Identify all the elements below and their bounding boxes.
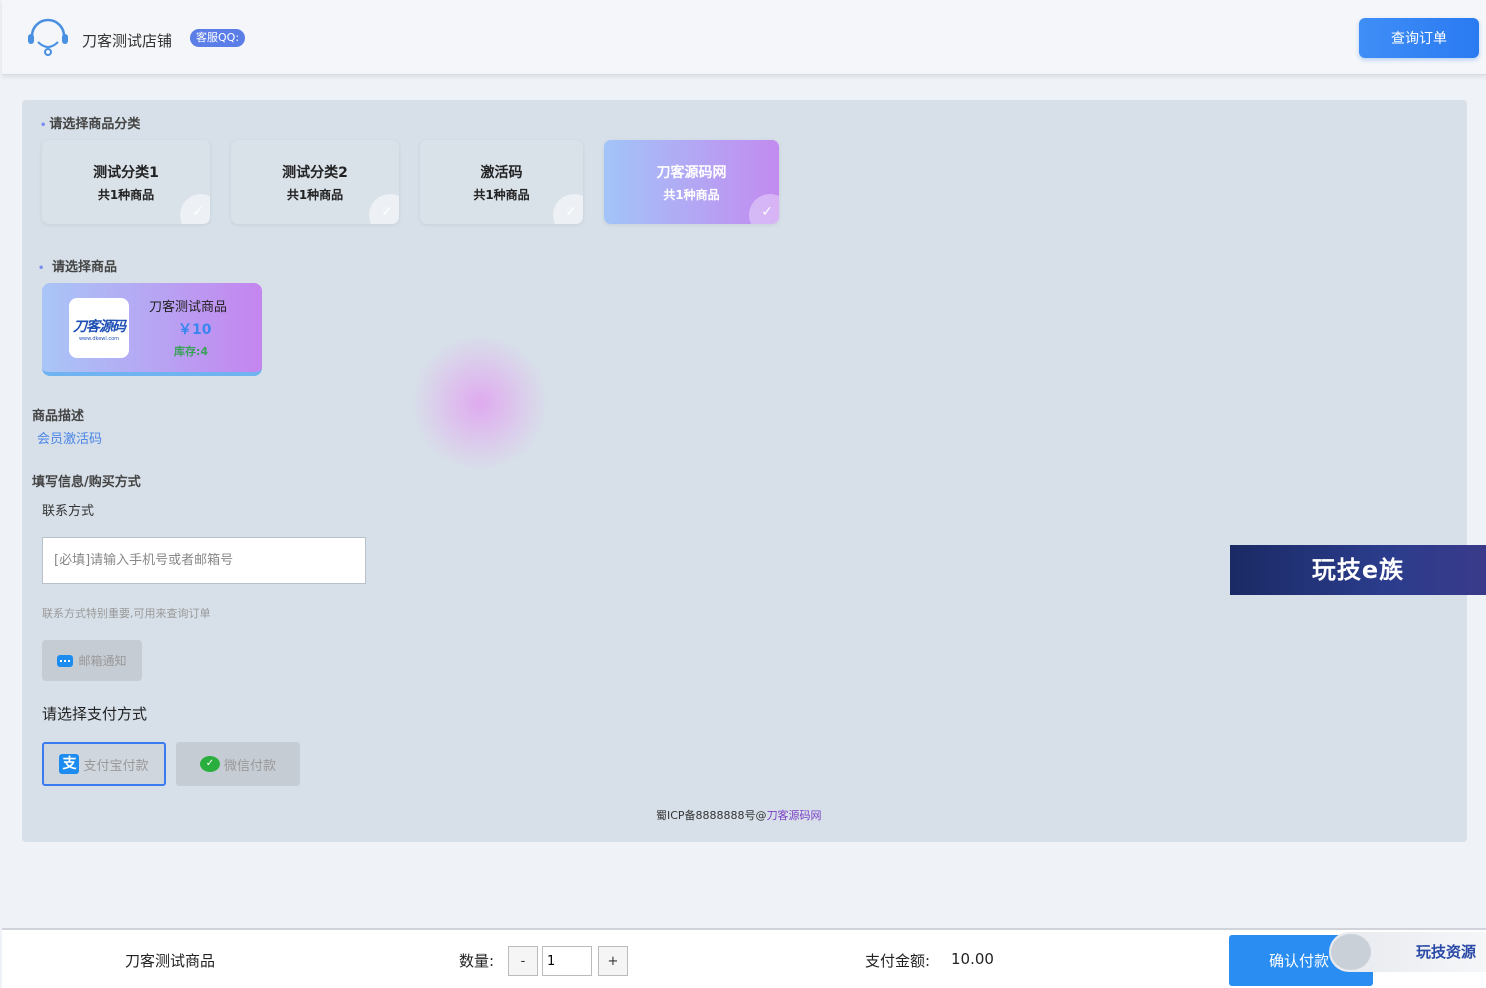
header-bar: 刀客测试店铺 客服QQ: 查询订单 [2, 0, 1486, 75]
main-panel: • 请选择商品分类 测试分类1 共1种商品 ✓ 测试分类2 共1种商品 ✓ 激活码… [22, 100, 1467, 842]
category-card-activation-code[interactable]: 激活码 共1种商品 ✓ [420, 140, 583, 224]
goods-logo-text: 刀客源码 [73, 319, 126, 335]
watermark-small: 玩技资源 [1329, 932, 1486, 972]
query-order-button[interactable]: 查询订单 [1359, 18, 1479, 58]
mail-icon [57, 654, 74, 667]
footer-goods-name: 刀客测试商品 [125, 952, 216, 970]
goods-name: 刀客测试商品 [149, 300, 228, 315]
description-text: 会员激活码 [37, 432, 103, 447]
alipay-icon: 支 [59, 754, 80, 774]
alipay-button[interactable]: 支 支付宝付款 [42, 742, 166, 786]
description-label: 商品描述 [32, 409, 85, 424]
category-name: 激活码 [480, 165, 523, 181]
goods-section-label: • 请选择商品 [38, 260, 117, 275]
goods-card[interactable]: 刀客源码 www.dkewl.com 刀客测试商品 ￥10 库存:4 [42, 283, 262, 376]
check-icon: ✓ [192, 204, 204, 220]
shop-name: 刀客测试店铺 [82, 32, 173, 50]
customer-service-qq-badge[interactable]: 客服QQ: [190, 29, 246, 47]
email-notify-button[interactable]: 邮箱通知 [42, 640, 142, 681]
bullet-dot-icon: • [38, 263, 45, 274]
wechat-icon: ✓ [199, 756, 220, 772]
decorative-glow [410, 338, 550, 468]
category-card-test1[interactable]: 测试分类1 共1种商品 ✓ [42, 140, 210, 224]
bullet-dot-icon: • [40, 120, 47, 131]
email-notify-label: 邮箱通知 [78, 654, 127, 668]
category-name: 刀客源码网 [656, 165, 727, 181]
check-icon: ✓ [381, 204, 393, 220]
customer-service-headset-icon [28, 18, 68, 56]
goods-logo-subtext: www.dkewl.com [78, 336, 120, 342]
icp-footer: 蜀ICP备8888888号@刀客源码网 [656, 809, 822, 822]
payment-method-label: 请选择支付方式 [42, 705, 148, 723]
category-name: 测试分类2 [282, 165, 348, 181]
icp-link[interactable]: 刀客源码网 [767, 809, 822, 822]
category-count: 共1种商品 [663, 188, 720, 202]
amount-value: 10.00 [951, 950, 994, 968]
wechat-pay-button[interactable]: ✓ 微信付款 [176, 742, 300, 786]
contact-label: 联系方式 [42, 504, 95, 519]
check-icon: ✓ [761, 204, 773, 220]
wechat-pay-label: 微信付款 [223, 758, 276, 774]
contact-input[interactable] [42, 537, 366, 584]
category-card-test2[interactable]: 测试分类2 共1种商品 ✓ [231, 140, 399, 224]
alipay-label: 支付宝付款 [83, 758, 149, 774]
quantity-input[interactable] [542, 946, 592, 976]
form-section-label: 填写信息/购买方式 [32, 475, 141, 490]
category-card-daoke[interactable]: 刀客源码网 共1种商品 ✓ [604, 140, 779, 224]
quantity-plus-button[interactable]: + [598, 946, 628, 976]
check-icon: ✓ [565, 204, 577, 220]
contact-hint: 联系方式特别重要,可用来查询订单 [42, 607, 211, 620]
goods-stock: 库存:4 [174, 345, 209, 358]
amount-label: 支付金额: [865, 952, 931, 970]
category-name: 测试分类1 [93, 165, 159, 181]
footer-bar: 刀客测试商品 数量: - + 支付金额: 10.00 确认付款 玩技资源 [2, 928, 1486, 988]
goods-price: ￥10 [178, 322, 212, 338]
category-section-label: • 请选择商品分类 [40, 117, 141, 132]
quantity-label: 数量: [459, 952, 495, 970]
goods-logo: 刀客源码 www.dkewl.com [69, 298, 129, 358]
watermark-badge: 玩技e族 [1230, 545, 1486, 595]
quantity-minus-button[interactable]: - [508, 946, 538, 976]
